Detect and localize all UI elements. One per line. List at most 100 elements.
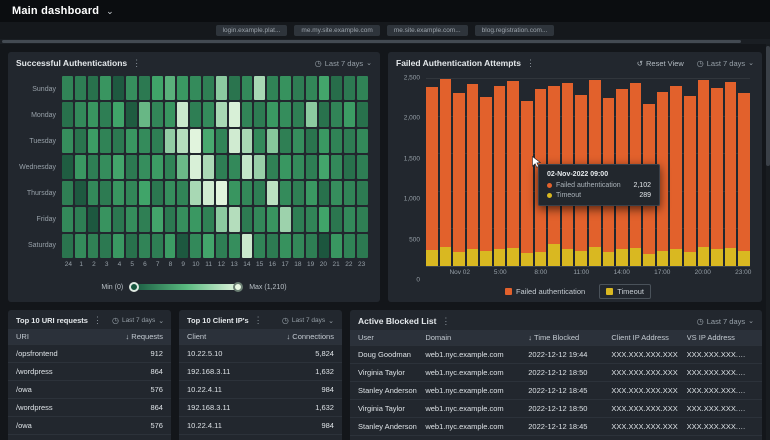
stacked-bar[interactable] [453,93,465,266]
heatmap-cell[interactable] [254,102,266,127]
heatmap-cell[interactable] [280,233,291,258]
heatmap-cell[interactable] [331,128,343,153]
heatmap-cell[interactable] [215,76,227,101]
heatmap-cell[interactable] [254,76,266,101]
stacked-bar[interactable] [711,87,723,266]
stacked-bar[interactable] [507,81,520,266]
heatmap-cell[interactable] [177,233,189,258]
heatmap-cell[interactable] [318,207,330,232]
color-scale-slider[interactable] [129,282,244,292]
heatmap-cell[interactable] [215,102,227,127]
time-range-selector[interactable]: ◷ Last 7 days ⌄ [112,316,164,325]
heatmap-cell[interactable] [280,207,291,232]
heatmap-cell[interactable] [100,207,112,232]
heatmap-cell[interactable] [87,76,99,101]
filter-chip[interactable]: me.site.example.com... [386,25,468,36]
column-header[interactable]: User [358,333,425,342]
heatmap-cell[interactable] [357,181,368,206]
filter-chip[interactable]: me.my.site.example.com [294,25,380,36]
column-header[interactable]: Client [187,332,268,341]
heatmap-cell[interactable] [280,76,291,101]
column-header[interactable]: URI [16,332,97,341]
heatmap-cell[interactable] [164,181,176,206]
heatmap-cell[interactable] [190,102,202,127]
heatmap-cell[interactable] [331,233,343,258]
heatmap-cell[interactable] [203,233,214,258]
heatmap-cell[interactable] [62,102,73,127]
slider-max-handle[interactable] [233,282,244,292]
heatmap-cell[interactable] [357,207,368,232]
heatmap-cell[interactable] [164,102,176,127]
scrollbar-thumb[interactable] [766,46,770,166]
heatmap-cell[interactable] [113,154,125,180]
stacked-bar[interactable] [697,79,710,266]
heatmap-cell[interactable] [62,154,73,180]
heatmap-cell[interactable] [241,76,253,101]
heatmap-cell[interactable] [100,76,112,101]
heatmap-cell[interactable] [151,154,163,180]
heatmap-cell[interactable] [203,102,214,127]
stacked-bar[interactable] [493,85,506,266]
heatmap-cell[interactable] [177,102,189,127]
heatmap-cell[interactable] [241,154,253,180]
heatmap-cell[interactable] [267,181,279,206]
heatmap-cell[interactable] [87,128,99,153]
legend-item[interactable]: Failed authentication [499,285,591,298]
heatmap-cell[interactable] [280,102,291,127]
column-header[interactable]: VS IP Address [687,333,754,342]
heatmap-cell[interactable] [305,181,317,206]
heatmap-cell[interactable] [292,181,304,206]
heatmap-cell[interactable] [151,233,163,258]
heatmap-cell[interactable] [305,154,317,180]
heatmap-cell[interactable] [331,154,343,180]
heatmap-cell[interactable] [74,76,86,101]
heatmap-cell[interactable] [177,181,189,206]
heatmap-cell[interactable] [138,233,150,258]
heatmap-cell[interactable] [74,207,86,232]
heatmap-cell[interactable] [177,154,189,180]
kebab-menu-icon[interactable]: ⋮ [132,58,141,68]
heatmap-cell[interactable] [100,233,112,258]
heatmap-cell[interactable] [177,207,189,232]
heatmap-cell[interactable] [164,207,176,232]
heatmap-cell[interactable] [254,207,266,232]
heatmap-cell[interactable] [74,154,86,180]
heatmap-cell[interactable] [228,207,240,232]
heatmap-cell[interactable] [292,76,304,101]
heatmap-cell[interactable] [228,154,240,180]
heatmap-cell[interactable] [305,233,317,258]
column-header[interactable]: Domain [425,333,528,342]
heatmap-cell[interactable] [138,181,150,206]
heatmap-cell[interactable] [318,128,330,153]
heatmap-cell[interactable] [344,102,356,127]
heatmap-cell[interactable] [113,102,125,127]
heatmap-cell[interactable] [190,154,202,180]
heatmap-cell[interactable] [190,76,202,101]
legend-item[interactable]: Timeout [599,283,652,299]
heatmap-cell[interactable] [305,128,317,153]
heatmap-cell[interactable] [241,128,253,153]
heatmap-cell[interactable] [151,128,163,153]
table-row[interactable]: /owa 576 [8,381,171,399]
table-row[interactable]: /owa 576 [8,417,171,435]
heatmap-cell[interactable] [318,154,330,180]
heatmap-cell[interactable] [164,76,176,101]
table-row[interactable]: /opsfrontend 912 [8,345,171,363]
heatmap-cell[interactable] [267,76,279,101]
heatmap-cell[interactable] [126,102,137,127]
stacked-bar[interactable] [521,100,533,266]
filter-chip[interactable]: login.example.plat... [215,25,288,36]
heatmap-cell[interactable] [305,76,317,101]
heatmap-cell[interactable] [280,128,291,153]
table-row[interactable]: Stanley Anderson web1.nyc.example.com 2022… [350,382,762,400]
filter-chip[interactable]: blog.registration.com... [474,25,555,36]
heatmap-cell[interactable] [100,154,112,180]
time-range-selector[interactable]: ◷ Last 7 days ⌄ [697,59,754,68]
heatmap-cell[interactable] [151,102,163,127]
stacked-bar[interactable] [439,78,452,266]
heatmap-cell[interactable] [344,76,356,101]
heatmap-cell[interactable] [164,154,176,180]
kebab-menu-icon[interactable]: ⋮ [254,316,263,325]
heatmap-cell[interactable] [254,181,266,206]
heatmap-cell[interactable] [113,181,125,206]
